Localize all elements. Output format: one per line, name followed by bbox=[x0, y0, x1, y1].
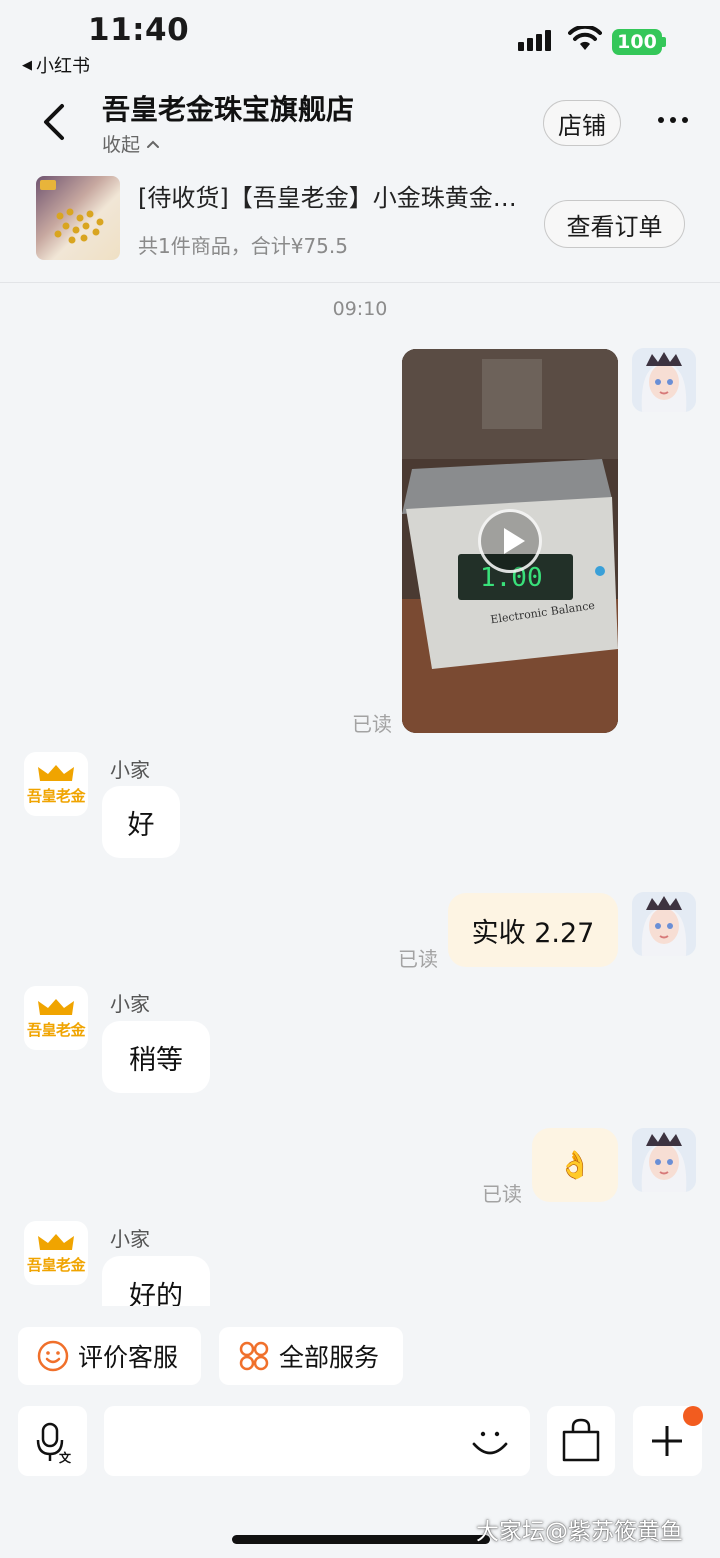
crown-icon bbox=[38, 1233, 74, 1250]
cellular-signal-icon bbox=[518, 30, 551, 51]
product-thumbnail[interactable] bbox=[36, 176, 120, 260]
grid-services-icon bbox=[239, 1341, 269, 1371]
back-to-app-link[interactable]: ◀ 小红书 bbox=[22, 52, 90, 78]
header-divider bbox=[0, 282, 720, 283]
shop-logo-text: 吾皇老金 bbox=[26, 1020, 86, 1039]
play-button[interactable] bbox=[478, 509, 542, 573]
message-bubble-incoming[interactable]: 好 bbox=[102, 786, 180, 858]
read-status: 已读 bbox=[352, 712, 392, 736]
home-indicator[interactable] bbox=[232, 1535, 490, 1544]
view-order-button[interactable]: 查看订单 bbox=[544, 200, 685, 248]
sender-name: 小家 bbox=[110, 992, 150, 1016]
read-status: 已读 bbox=[482, 1182, 522, 1206]
microphone-icon: 文 bbox=[36, 1422, 72, 1465]
shop-title[interactable]: 吾皇老金珠宝旗舰店 bbox=[102, 88, 354, 128]
emoji-icon[interactable] bbox=[468, 1420, 512, 1464]
read-status: 已读 bbox=[398, 947, 438, 971]
svg-text:文: 文 bbox=[59, 1450, 72, 1465]
rate-service-label: 评价客服 bbox=[78, 1343, 179, 1372]
voice-input-button[interactable]: 文 bbox=[18, 1406, 87, 1476]
shopping-bag-button[interactable] bbox=[547, 1406, 615, 1476]
play-icon bbox=[504, 528, 525, 554]
smiley-icon bbox=[37, 1340, 69, 1372]
chat-timestamp: 09:10 bbox=[332, 298, 388, 320]
back-triangle-icon: ◀ bbox=[22, 57, 32, 73]
message-bubble-outgoing[interactable]: 👌 bbox=[532, 1128, 618, 1202]
message-bubble-outgoing[interactable]: 实收 2.27 bbox=[448, 893, 618, 967]
user-avatar-image bbox=[632, 348, 696, 412]
sender-name: 小家 bbox=[110, 1227, 150, 1251]
user-avatar-image bbox=[632, 892, 696, 956]
message-clip: 好的 bbox=[102, 1256, 210, 1306]
crown-icon bbox=[38, 998, 74, 1015]
chevron-up-icon bbox=[147, 140, 160, 148]
back-app-label: 小红书 bbox=[36, 56, 90, 77]
user-avatar[interactable] bbox=[632, 1128, 696, 1192]
battery-icon: 100 bbox=[612, 29, 662, 55]
user-avatar[interactable] bbox=[632, 348, 696, 412]
order-summary: 共1件商品，合计¥75.5 bbox=[138, 234, 348, 258]
user-avatar[interactable] bbox=[632, 892, 696, 956]
shopping-bag-icon bbox=[562, 1418, 600, 1462]
all-services-button[interactable]: 全部服务 bbox=[219, 1327, 403, 1385]
store-button[interactable]: 店铺 bbox=[543, 100, 621, 146]
shop-logo-text: 吾皇老金 bbox=[26, 1255, 86, 1274]
gold-beads-image bbox=[40, 180, 104, 244]
shop-logo-text: 吾皇老金 bbox=[26, 786, 86, 805]
message-input[interactable] bbox=[104, 1406, 530, 1476]
sender-name: 小家 bbox=[110, 758, 150, 782]
crown-icon bbox=[38, 764, 74, 781]
message-bubble-incoming[interactable]: 稍等 bbox=[102, 1021, 210, 1093]
wifi-icon bbox=[568, 26, 602, 50]
status-time: 11:40 bbox=[88, 12, 190, 48]
rate-service-button[interactable]: 评价客服 bbox=[18, 1327, 201, 1385]
all-services-label: 全部服务 bbox=[279, 1343, 380, 1372]
watermark-text: 大家坛@紫苏筱黄鱼 bbox=[476, 1519, 683, 1545]
battery-cap bbox=[662, 37, 666, 47]
notification-dot bbox=[683, 1406, 703, 1426]
collapse-label: 收起 bbox=[102, 134, 141, 156]
shop-avatar[interactable]: 吾皇老金 bbox=[24, 986, 88, 1050]
collapse-toggle[interactable]: 收起 bbox=[102, 130, 160, 157]
video-message[interactable]: 1.00 Electronic Balance bbox=[402, 349, 618, 733]
shop-avatar[interactable]: 吾皇老金 bbox=[24, 752, 88, 816]
message-bubble-incoming[interactable]: 好的 bbox=[102, 1256, 210, 1306]
user-avatar-image bbox=[632, 1128, 696, 1192]
back-chevron-icon[interactable] bbox=[40, 102, 70, 142]
more-options-icon[interactable] bbox=[658, 117, 688, 123]
shop-avatar[interactable]: 吾皇老金 bbox=[24, 1221, 88, 1285]
order-title[interactable]: [待收货]【吾皇老金】小金珠黄金足金999.9百搭散珠 bbox=[138, 178, 538, 213]
